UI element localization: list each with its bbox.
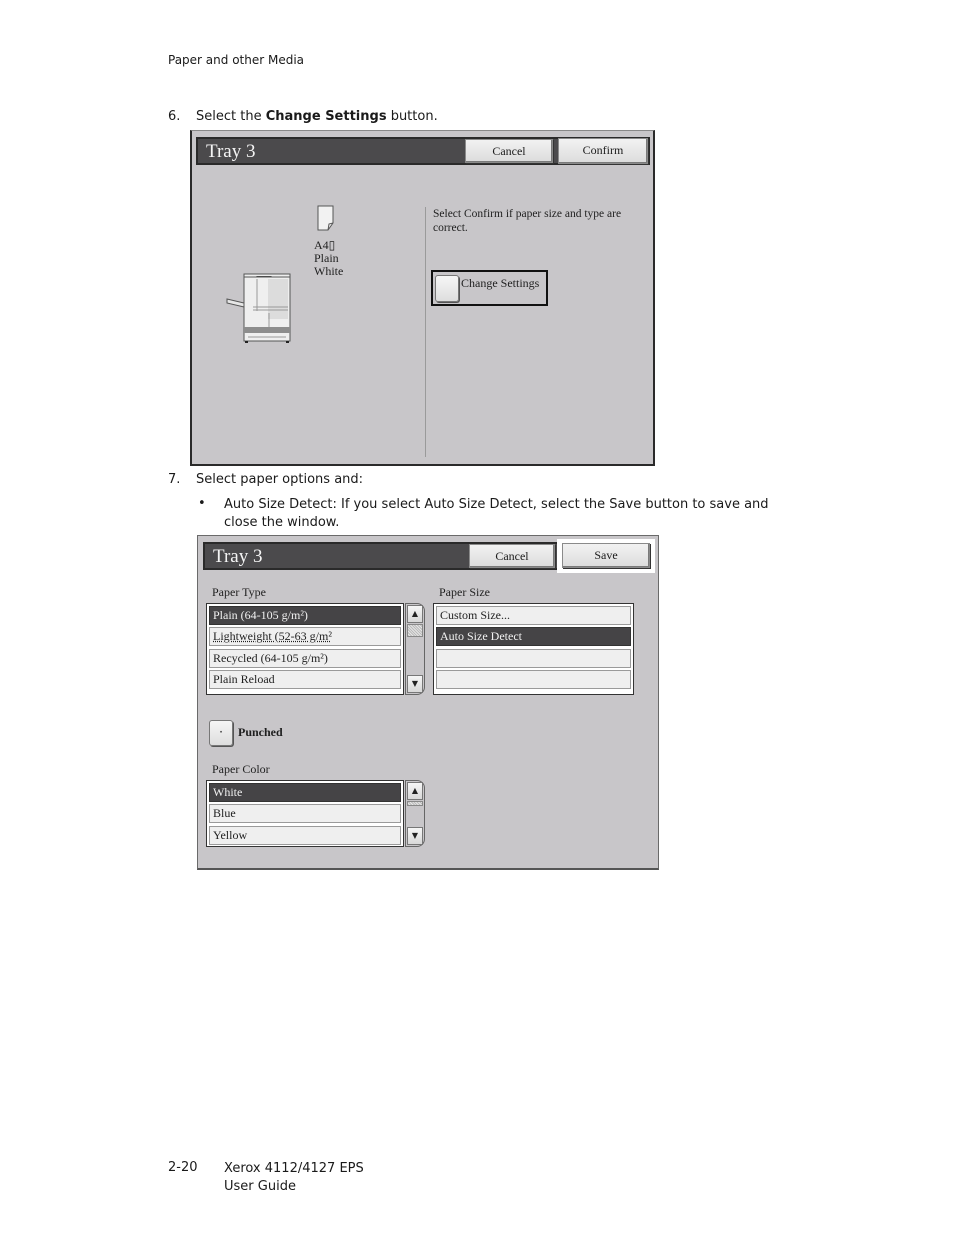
scroll-up-button[interactable]: ▲ (407, 605, 423, 623)
scroll-up-button[interactable]: ▲ (407, 782, 423, 800)
list-item[interactable]: Yellow (209, 826, 401, 845)
paper-color-list: White Blue Yellow (206, 780, 404, 847)
list-item[interactable]: Recycled (64-105 g/m²) (209, 649, 401, 668)
paper-color-label: Paper Color (212, 762, 270, 776)
instruction-line: Select Confirm if paper size and type ar… (433, 208, 622, 220)
step-text-prefix: Select the (196, 109, 266, 124)
step-6: 6. Select the Change Settings button. (168, 109, 438, 124)
screen-title: Tray 3 (213, 546, 263, 567)
scroll-thumb[interactable] (407, 801, 423, 806)
scroll-down-button[interactable]: ▼ (407, 827, 423, 845)
bullet-symbol: • (198, 496, 206, 511)
printer-icon (226, 273, 291, 343)
change-settings-label: Change Settings (461, 276, 540, 290)
punched-label: Punched (238, 725, 283, 739)
paper-sheet-icon (317, 205, 334, 231)
list-item[interactable]: Lightweight (52-63 g/m² (209, 627, 401, 646)
paper-type-scrollbar[interactable]: ▲ ▼ (405, 603, 425, 695)
panel-divider (425, 207, 426, 457)
list-item[interactable]: Plain (64-105 g/m²) (209, 606, 401, 625)
page-number: 2-20 (168, 1160, 198, 1175)
change-settings-checkbox[interactable] (435, 275, 459, 302)
step-number: 7. (168, 472, 181, 487)
punched-checkbox[interactable]: · (209, 720, 233, 746)
screen-title: Tray 3 (206, 141, 256, 162)
paper-size-list: Custom Size... Auto Size Detect (433, 603, 634, 695)
cancel-button[interactable]: Cancel (465, 139, 553, 163)
footer-title: Xerox 4112/4127 EPS User Guide (224, 1160, 364, 1196)
paper-color-scrollbar[interactable]: ▲ ▼ (405, 780, 425, 847)
step-text-bold: Change Settings (265, 109, 387, 124)
save-button[interactable]: Save (562, 543, 650, 568)
paper-color: White (314, 264, 344, 278)
bullet-text: Auto Size Detect: If you select Auto Siz… (224, 496, 769, 532)
footer-product: Xerox 4112/4127 EPS (224, 1161, 364, 1176)
list-item[interactable] (436, 670, 631, 689)
instruction-line: correct. (433, 222, 468, 234)
page-header: Paper and other Media (168, 53, 305, 67)
change-settings-button[interactable]: Change Settings (431, 270, 548, 306)
list-item[interactable]: Plain Reload (209, 670, 401, 689)
step-7: 7. Select paper options and: (168, 472, 363, 487)
bullet-line: Auto Size Detect: If you select Auto Siz… (224, 497, 769, 512)
footer-guide: User Guide (224, 1179, 296, 1194)
tray-settings-screen: Tray 3 Cancel Save Paper Type Plain (64-… (197, 535, 659, 870)
step-text: Select paper options and: (196, 472, 364, 487)
confirm-button[interactable]: Confirm (558, 138, 648, 164)
scroll-down-button[interactable]: ▼ (407, 675, 423, 693)
step-text: Select the Change Settings button. (196, 109, 438, 124)
list-item[interactable]: Auto Size Detect (436, 627, 631, 646)
paper-type-list: Plain (64-105 g/m²) Lightweight (52-63 g… (206, 603, 404, 695)
step-text-suffix: button. (386, 109, 438, 124)
scroll-thumb[interactable] (407, 624, 423, 637)
paper-size-label: Paper Size (439, 585, 490, 599)
list-item[interactable]: Blue (209, 804, 401, 823)
list-item[interactable]: White (209, 783, 401, 802)
cancel-button[interactable]: Cancel (469, 544, 555, 568)
step-number: 6. (168, 109, 181, 124)
list-item[interactable]: Custom Size... (436, 606, 631, 625)
tray-confirm-screen: Tray 3 Cancel Confirm A4▯ Plain White Se… (190, 130, 655, 466)
instruction-text: Select Confirm if paper size and type ar… (433, 207, 621, 235)
paper-type-label: Paper Type (212, 585, 266, 599)
bullet-line: close the window. (224, 515, 340, 530)
list-item[interactable] (436, 649, 631, 668)
paper-info: A4▯ Plain White (314, 239, 343, 278)
